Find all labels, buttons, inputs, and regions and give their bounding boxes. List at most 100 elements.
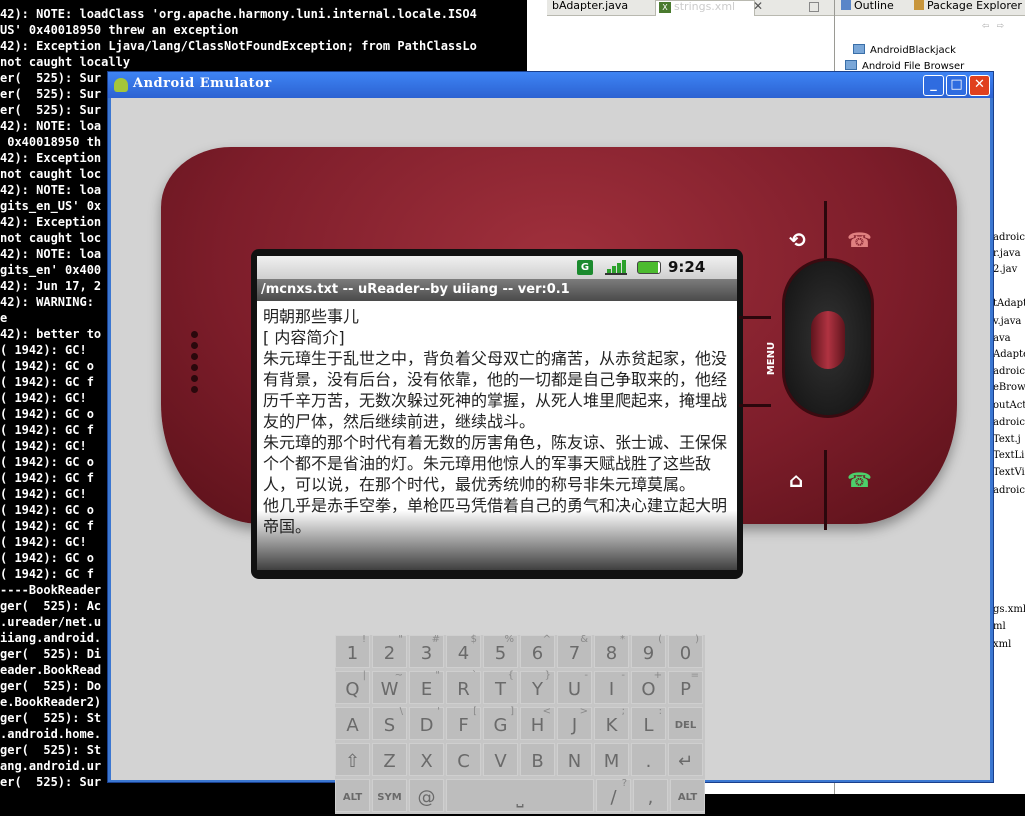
key-n[interactable]: N xyxy=(557,743,592,776)
device-screen[interactable]: G 9:24 AM /mcnxs.txt -- uReader--by uiia… xyxy=(257,256,737,570)
key-s[interactable]: S \ xyxy=(372,706,407,740)
call-icon[interactable]: ☎ xyxy=(847,468,872,492)
key-alt[interactable]: ALT xyxy=(335,779,370,812)
console-line: ger( 525): Ac xyxy=(0,599,102,613)
tree-item-android-blackjack[interactable]: AndroidBlackjack xyxy=(853,44,956,57)
key-6[interactable]: 6 ^ xyxy=(520,634,555,668)
package-tree-item[interactable]: TextVi xyxy=(993,467,1025,479)
tab-package-explorer[interactable]: Package Explorer xyxy=(914,0,1022,12)
package-tree-item[interactable]: adroic xyxy=(993,485,1025,497)
key-3[interactable]: 3 # xyxy=(409,634,444,668)
package-tree-item[interactable]: xml xyxy=(993,639,1011,651)
console-line: ( 1942): GC o xyxy=(0,359,94,373)
key-sym8[interactable]: . xyxy=(631,743,666,776)
package-tree-item[interactable]: 2.jav xyxy=(993,264,1017,276)
key-label: 0 xyxy=(679,643,692,664)
key-label: E xyxy=(420,679,433,700)
console-line: ger( 525): St xyxy=(0,743,102,757)
key-8[interactable]: 8 * xyxy=(594,634,629,668)
menu-button[interactable]: MENU xyxy=(766,342,777,375)
call-end-icon[interactable]: ☎ xyxy=(847,228,872,252)
package-tree-item[interactable]: eBrow xyxy=(993,382,1025,394)
key-sym9[interactable]: ↵ xyxy=(668,743,703,776)
key-u[interactable]: U- xyxy=(557,670,592,704)
key-9[interactable]: 9( xyxy=(631,634,666,668)
package-tree-item[interactable]: r.java xyxy=(993,248,1021,260)
emulator-keyboard: 1! 2 " 3 #4 $5% 6 ^ 7 & 8 * 9(0) Q | W ~ E " R ` T{Y} U - I - O + P =… xyxy=(335,634,705,814)
key-0[interactable]: 0) xyxy=(668,634,703,668)
key-p[interactable]: P = xyxy=(668,670,703,704)
key-a[interactable]: A xyxy=(335,707,370,740)
key-r[interactable]: R ` xyxy=(446,670,481,704)
package-tree-item[interactable]: adroic xyxy=(993,417,1025,429)
back-button-icon[interactable]: ⟲ xyxy=(789,228,806,252)
key-q[interactable]: Q | xyxy=(335,670,370,704)
key-m[interactable]: M xyxy=(594,743,629,776)
key-l[interactable]: L: xyxy=(631,706,666,740)
tab-strings-xml[interactable]: Xstrings.xml xyxy=(655,0,755,16)
key-label: W xyxy=(380,679,399,700)
close-button[interactable]: ✕ xyxy=(969,75,990,96)
key-v[interactable]: V xyxy=(483,743,518,776)
nav-arrows-icon[interactable]: ⇦ ⇨ xyxy=(982,18,1004,32)
close-tab-icon[interactable]: ✕ xyxy=(753,0,763,13)
window-title: Android Emulator xyxy=(133,76,272,91)
key-o[interactable]: O + xyxy=(631,670,666,704)
key-4[interactable]: 4 $ xyxy=(446,634,481,668)
emulator-skin: G 9:24 AM /mcnxs.txt -- uReader--by uiia… xyxy=(111,98,990,814)
key-c[interactable]: C xyxy=(446,743,481,776)
speaker-grille xyxy=(191,331,198,397)
key-del[interactable]: DEL xyxy=(668,707,703,740)
key-alt[interactable]: ALT xyxy=(670,779,705,812)
key-j[interactable]: J > xyxy=(557,706,592,740)
key-sym0[interactable]: ⇧ xyxy=(335,743,370,776)
reader-text[interactable]: 明朝那些事儿 [ 内容简介] 朱元璋生于乱世之中，背负着父母双亡的痛苦，从赤贫起家，… xyxy=(263,306,727,537)
tab-strings-label: strings.xml xyxy=(674,0,736,13)
key-sym[interactable]: SYM xyxy=(372,779,407,812)
key-h[interactable]: H < xyxy=(520,706,555,740)
console-line: 42): NOTE: loa xyxy=(0,247,102,261)
key-i[interactable]: I- xyxy=(594,670,629,704)
package-tree-item[interactable]: outAct xyxy=(993,400,1025,412)
package-tree-item[interactable]: TextLi xyxy=(993,450,1024,462)
key-w[interactable]: W ~ xyxy=(372,670,407,704)
key-sym2[interactable]: @ xyxy=(409,779,444,812)
key-7[interactable]: 7 & xyxy=(557,634,592,668)
key-g[interactable]: G] xyxy=(483,706,518,740)
key-y[interactable]: Y} xyxy=(520,670,555,704)
trackball[interactable] xyxy=(811,311,845,369)
key-k[interactable]: K; xyxy=(594,706,629,740)
tab-badapter-java[interactable]: bAdapter.java xyxy=(549,0,631,16)
key-z[interactable]: Z xyxy=(372,743,407,776)
key-sym3[interactable]: ⎵ xyxy=(446,779,594,812)
key-b[interactable]: B xyxy=(520,743,555,776)
key-label: K xyxy=(605,715,618,736)
key-d[interactable]: D ' xyxy=(409,706,444,740)
minimize-editor-button[interactable] xyxy=(809,2,819,12)
maximize-button[interactable]: □ xyxy=(946,75,967,96)
package-tree-item[interactable]: tAdapt xyxy=(993,298,1025,310)
key-t[interactable]: T{ xyxy=(483,670,518,704)
key-sym5[interactable]: , xyxy=(633,779,668,812)
package-tree-item[interactable]: adroic xyxy=(993,366,1025,378)
key-5[interactable]: 5% xyxy=(483,634,518,668)
package-tree-item[interactable]: v.java xyxy=(993,316,1021,328)
home-button-icon[interactable]: ⌂ xyxy=(789,468,803,492)
key-f[interactable]: F[ xyxy=(446,706,481,740)
key-sym4[interactable]: /? xyxy=(596,778,631,812)
package-tree-item[interactable]: Text.j xyxy=(993,434,1021,446)
console-line: US' 0x40018950 threw an exception xyxy=(0,23,239,37)
key-x[interactable]: X xyxy=(409,743,444,776)
key-alt-label: : xyxy=(658,706,662,717)
key-2[interactable]: 2 " xyxy=(372,634,407,668)
package-tree-item[interactable]: gs.xml xyxy=(993,604,1025,616)
package-tree-item[interactable]: ava xyxy=(993,333,1011,345)
minimize-button[interactable]: _ xyxy=(923,75,944,96)
package-tree-item[interactable]: ml xyxy=(993,621,1006,633)
key-e[interactable]: E " xyxy=(409,670,444,704)
package-tree-item[interactable]: Adapte xyxy=(993,349,1025,361)
tab-outline[interactable]: Outline xyxy=(841,0,894,12)
package-tree-item[interactable]: adroic xyxy=(993,232,1025,244)
emulator-titlebar[interactable]: Android Emulator _ □ ✕ xyxy=(108,72,993,98)
key-1[interactable]: 1! xyxy=(335,634,370,668)
